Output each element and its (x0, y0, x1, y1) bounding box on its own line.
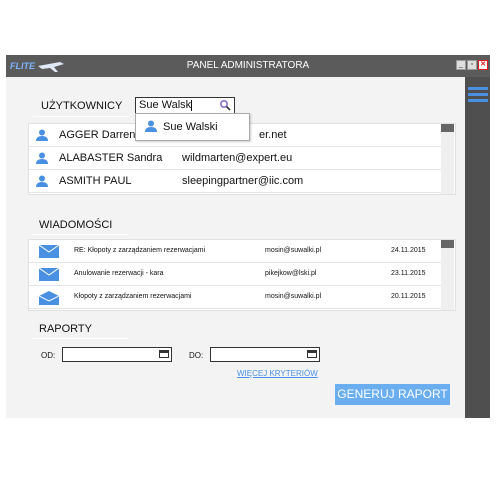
close-icon[interactable]: ✕ (478, 60, 488, 70)
message-date: 24.11.2015 (391, 247, 426, 254)
suggestion-label: Sue Walski (163, 121, 218, 133)
message-email: pikejkow@lski.pl (265, 270, 317, 277)
text-caret (191, 100, 192, 111)
user-email: er.net (259, 129, 287, 141)
messages-heading: WIADOMOŚCI (39, 219, 113, 231)
table-row[interactable]: Kłopoty z zarządzaniem rezerwacjami mosi… (29, 286, 441, 309)
message-email: mosin@suwalki.pl (265, 247, 322, 254)
calendar-icon[interactable] (307, 350, 317, 358)
restore-icon[interactable]: ▫ (467, 60, 477, 70)
user-email: wildmarten@expert.eu (182, 152, 293, 164)
user-name: AGGER Darren (59, 129, 136, 141)
user-icon (36, 175, 48, 187)
generate-report-button[interactable]: GENERUJ RAPORT (335, 384, 450, 405)
messages-scrollbar[interactable] (441, 240, 454, 310)
minimize-icon[interactable]: _ (456, 60, 466, 70)
title-bar: FLITE PANEL ADMINISTRATORA _ ▫ ✕ (6, 55, 490, 77)
more-criteria-link[interactable]: WIĘCEJ KRYTERIÓW (237, 369, 318, 378)
message-email: mosin@suwalki.pl (265, 293, 322, 300)
message-subject: Kłopoty z zarządzaniem rezerwacjami (74, 293, 192, 300)
hamburger-menu-icon[interactable] (468, 87, 488, 105)
envelope-closed-icon (39, 245, 59, 258)
user-name: ALABASTER Sandra (59, 152, 163, 164)
search-value: Sue Walsk (139, 99, 192, 111)
calendar-icon[interactable] (159, 350, 169, 358)
search-icon[interactable] (219, 99, 231, 111)
right-sidebar (465, 77, 490, 418)
message-date: 20.11.2015 (391, 293, 426, 300)
user-name: ASMITH PAUL (59, 175, 132, 187)
user-icon (36, 129, 48, 141)
user-search-input[interactable]: Sue Walsk (135, 97, 235, 114)
user-icon (145, 120, 157, 132)
envelope-closed-icon (39, 268, 59, 281)
search-suggestion-dropdown[interactable]: Sue Walski (135, 113, 250, 141)
table-row[interactable]: ALABASTER Sandra wildmarten@expert.eu (29, 147, 441, 170)
messages-table: RE: Kłopoty z zarządzaniem rezerwacjami … (28, 239, 456, 311)
table-row[interactable]: RE: Kłopoty z zarządzaniem rezerwacjami … (29, 240, 441, 263)
message-date: 23.11.2015 (391, 270, 426, 277)
users-heading-underline (33, 116, 128, 117)
message-subject: RE: Kłopoty z zarządzaniem rezerwacjami (74, 247, 206, 254)
reports-heading: RAPORTY (39, 323, 92, 335)
scroll-thumb[interactable] (441, 124, 454, 132)
envelope-open-icon (39, 291, 59, 305)
date-to-field[interactable] (210, 347, 320, 362)
reports-heading-underline (33, 338, 128, 339)
window-title: PANEL ADMINISTRATORA (186, 60, 310, 71)
from-label: OD: (41, 351, 56, 360)
table-row[interactable]: ASMITH PAUL sleepingpartner@iic.com (29, 170, 441, 193)
users-scrollbar[interactable] (441, 124, 454, 194)
message-subject: Anulowanie rezerwacji - kara (74, 270, 164, 277)
user-icon (36, 152, 48, 164)
date-from-field[interactable] (62, 347, 172, 362)
users-heading: UŻYTKOWNICY (41, 100, 123, 112)
table-row[interactable]: Anulowanie rezerwacji - kara pikejkow@ls… (29, 263, 441, 286)
messages-heading-underline (33, 234, 128, 235)
user-email: sleepingpartner@iic.com (182, 175, 304, 187)
to-label: DO: (189, 351, 204, 360)
scroll-thumb[interactable] (441, 240, 454, 248)
